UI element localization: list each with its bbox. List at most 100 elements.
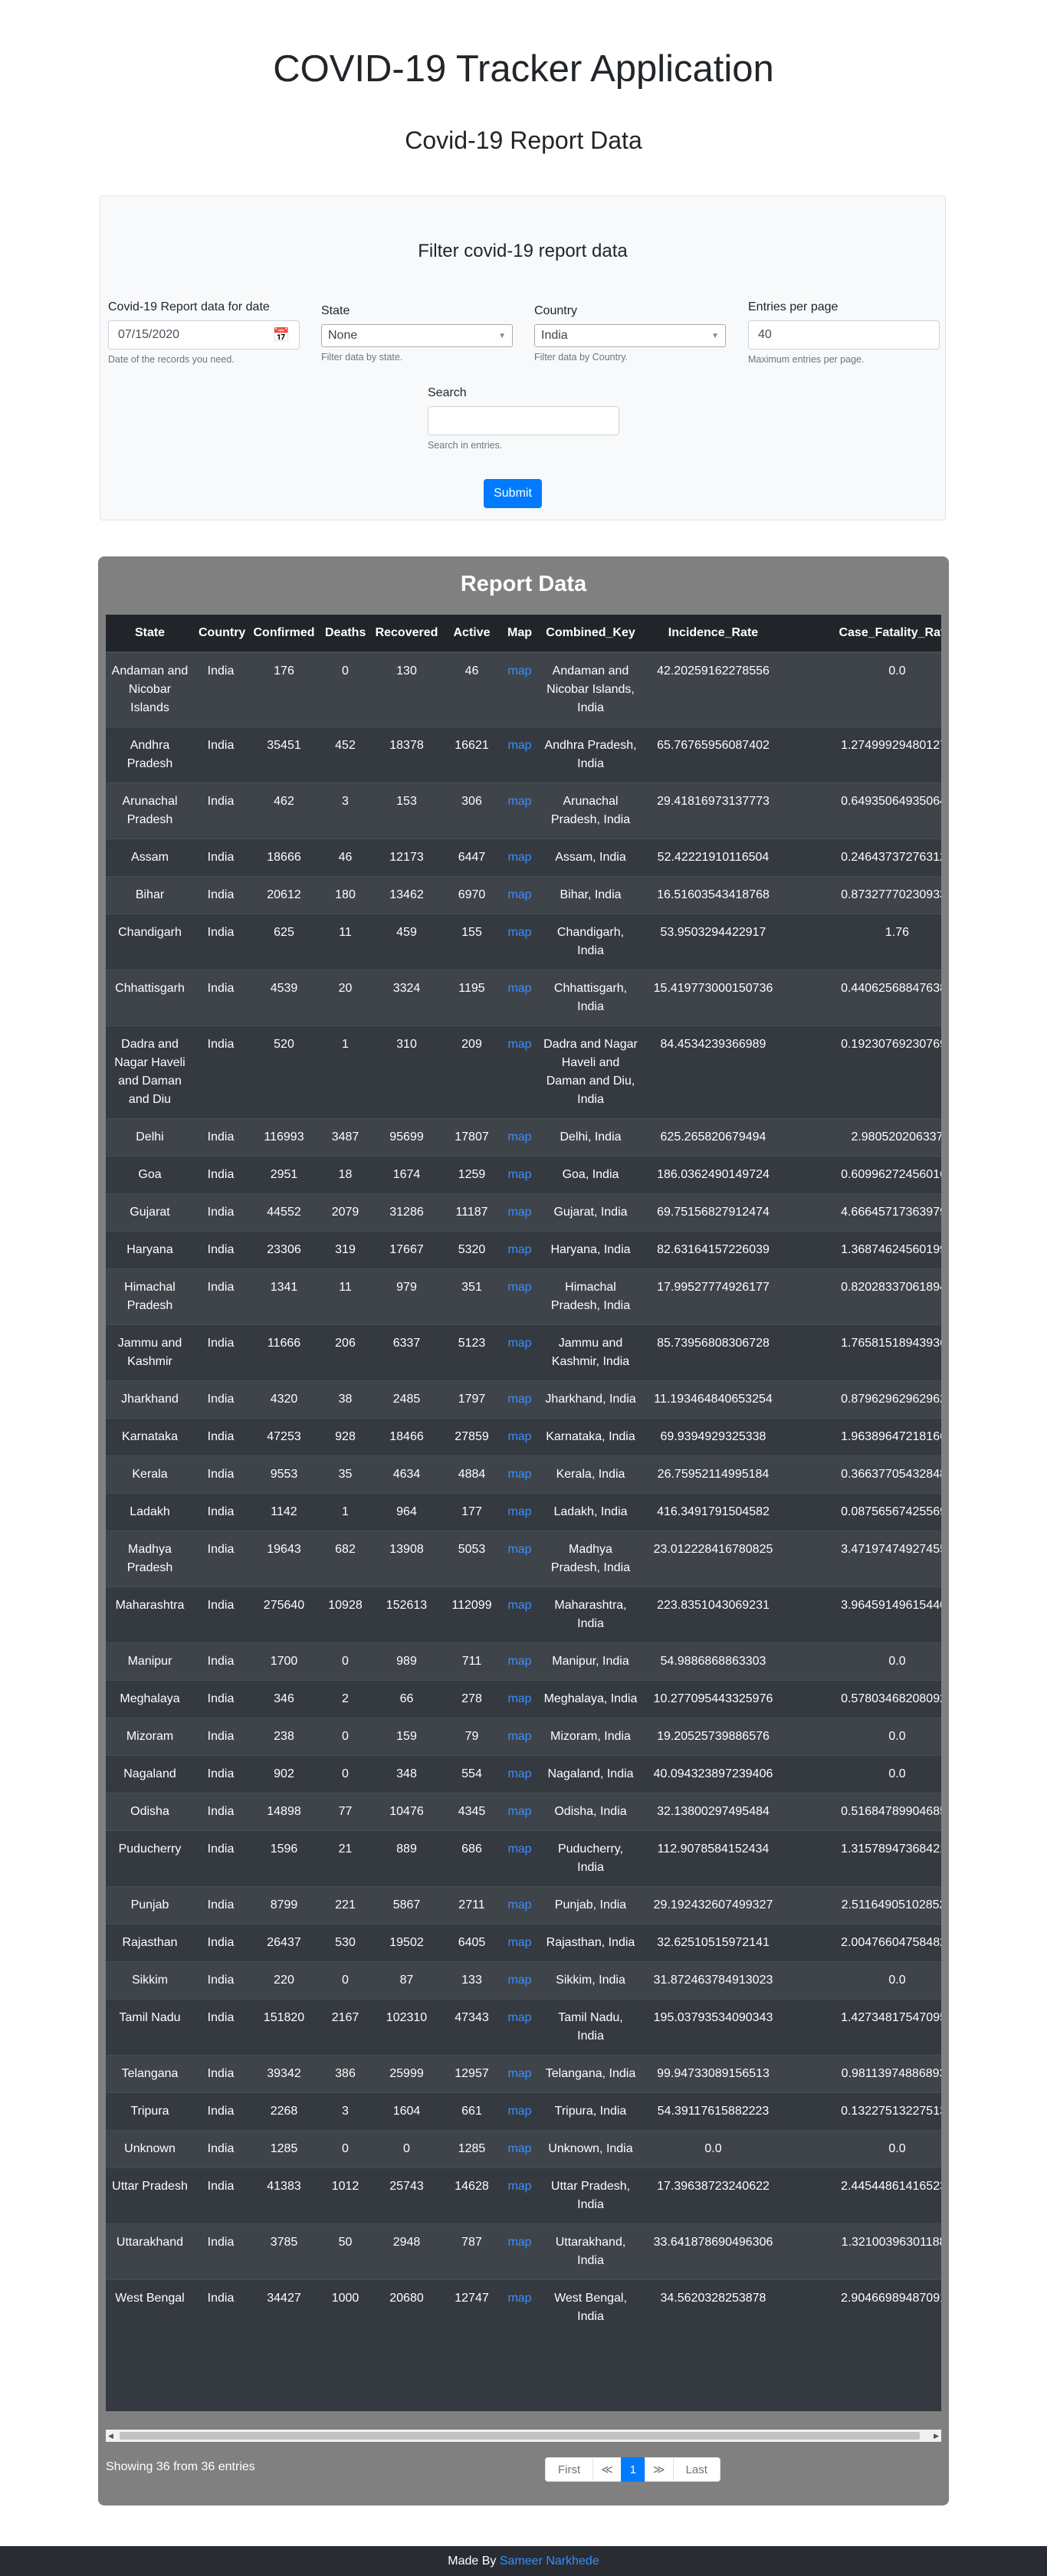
map-link[interactable]: map: [501, 2279, 539, 2335]
chevron-down-icon: ▼: [498, 331, 506, 340]
table-cell: Andaman and Nicobar Islands: [106, 651, 194, 727]
table-cell: 26.75952114995184: [642, 1455, 784, 1494]
map-link[interactable]: map: [501, 1193, 539, 1232]
table-cell: India: [194, 1886, 248, 1925]
table-cell: 0.981139748868933: [784, 2055, 941, 2093]
table-cell: 29.41816973137773: [642, 783, 784, 839]
table-cell: 1: [320, 1025, 370, 1119]
map-link[interactable]: map: [501, 2223, 539, 2280]
map-link[interactable]: map: [501, 1999, 539, 2056]
map-link[interactable]: map: [501, 1025, 539, 1119]
table-cell: 3.471974749274550: [784, 1531, 941, 1587]
map-link[interactable]: map: [501, 1886, 539, 1925]
map-link[interactable]: map: [501, 1587, 539, 1643]
table-cell: 46: [320, 838, 370, 877]
map-link[interactable]: map: [501, 838, 539, 877]
map-link[interactable]: map: [501, 2130, 539, 2168]
map-link[interactable]: map: [501, 651, 539, 727]
table-cell: 32.13800297495484: [642, 1793, 784, 1831]
state-select[interactable]: None ▼: [321, 324, 513, 347]
table-cell: Unknown: [106, 2130, 194, 2168]
table-cell: 1.321003963011889: [784, 2223, 941, 2280]
table-cell: India: [194, 1493, 248, 1531]
map-link[interactable]: map: [501, 1268, 539, 1325]
map-link[interactable]: map: [501, 2167, 539, 2224]
map-link[interactable]: map: [501, 1455, 539, 1494]
map-link[interactable]: map: [501, 1680, 539, 1718]
next-page-button[interactable]: ≫: [644, 2457, 674, 2482]
map-link[interactable]: map: [501, 1324, 539, 1381]
current-page-button[interactable]: 1: [620, 2457, 645, 2482]
map-link[interactable]: map: [501, 1718, 539, 1756]
table-cell: 0.873277702309334: [784, 876, 941, 914]
table-cell: 530: [320, 1924, 370, 1962]
prev-page-button[interactable]: ≪: [592, 2457, 622, 2482]
table-cell: India: [194, 1755, 248, 1793]
map-link[interactable]: map: [501, 727, 539, 783]
map-link[interactable]: map: [501, 1755, 539, 1793]
table-cell: 69.9394929325338: [642, 1418, 784, 1456]
table-cell: 416.3491791504582: [642, 1493, 784, 1531]
column-header: Case_Fatality_Ratio: [784, 615, 941, 653]
entries-label: Entries per page: [748, 300, 839, 313]
scroll-right-icon[interactable]: ▶: [934, 2431, 939, 2440]
table-cell: India: [194, 1999, 248, 2056]
table-cell: 41383: [248, 2167, 320, 2224]
entries-input[interactable]: 40: [748, 320, 940, 349]
table-cell: 889: [370, 1830, 443, 1887]
calendar-icon[interactable]: 📅: [273, 327, 290, 343]
report-table-container[interactable]: State Country Confirmed Deaths Recovered Acti…: [106, 615, 941, 2411]
map-link[interactable]: map: [501, 1961, 539, 2000]
table-cell: 31286: [370, 1193, 443, 1232]
table-cell: Chhattisgarh, India: [539, 970, 642, 1026]
table-cell: 278: [443, 1680, 501, 1718]
map-link[interactable]: map: [501, 914, 539, 970]
map-link[interactable]: map: [501, 1830, 539, 1887]
table-cell: 0: [320, 1755, 370, 1793]
table-cell: 39342: [248, 2055, 320, 2093]
map-link[interactable]: map: [501, 1118, 539, 1157]
map-link[interactable]: map: [501, 1156, 539, 1194]
map-link[interactable]: map: [501, 1924, 539, 1962]
table-cell: 1285: [443, 2130, 501, 2168]
map-link[interactable]: map: [501, 1793, 539, 1831]
map-link[interactable]: map: [501, 1493, 539, 1531]
table-cell: 1: [320, 1493, 370, 1531]
search-input[interactable]: [428, 406, 619, 435]
country-select[interactable]: India ▼: [534, 324, 726, 347]
map-link[interactable]: map: [501, 2092, 539, 2131]
table-cell: 27859: [443, 1418, 501, 1456]
scroll-left-icon[interactable]: ◀: [108, 2431, 113, 2440]
map-link[interactable]: map: [501, 2055, 539, 2093]
table-cell: 16621: [443, 727, 501, 783]
author-link[interactable]: Sameer Narkhede: [500, 2555, 599, 2568]
map-link[interactable]: map: [501, 1531, 539, 1587]
table-cell: 386: [320, 2055, 370, 2093]
last-page-button[interactable]: Last: [672, 2457, 720, 2482]
horizontal-scrollbar[interactable]: ◀ ▶: [106, 2430, 941, 2442]
table-cell: 238: [248, 1718, 320, 1756]
submit-button[interactable]: Submit: [484, 479, 542, 508]
scroll-thumb[interactable]: [120, 2432, 920, 2440]
map-link[interactable]: map: [501, 970, 539, 1026]
table-cell: Madhya Pradesh: [106, 1531, 194, 1587]
table-cell: 12957: [443, 2055, 501, 2093]
table-cell: India: [194, 1380, 248, 1419]
map-link[interactable]: map: [501, 1231, 539, 1269]
map-link[interactable]: map: [501, 1418, 539, 1456]
table-body: Andaman and Nicobar Islands India 176 0 130 4…: [106, 651, 941, 2335]
map-link[interactable]: map: [501, 876, 539, 914]
map-link[interactable]: map: [501, 783, 539, 839]
map-link[interactable]: map: [501, 1642, 539, 1681]
table-row: West Bengal India 34427 1000 20680 12747 map We…: [106, 2279, 941, 2335]
table-cell: 3: [320, 783, 370, 839]
table-row: Kerala India 9553 35 4634 4884 map Kerala, Indi…: [106, 1455, 941, 1494]
table-cell: India: [194, 1455, 248, 1494]
date-input[interactable]: 07/15/2020 📅: [108, 320, 300, 349]
first-page-button[interactable]: First: [545, 2457, 594, 2482]
map-link[interactable]: map: [501, 1380, 539, 1419]
table-cell: 0.820283370618941: [784, 1268, 941, 1325]
table-row: Odisha India 14898 77 10476 4345 map Odisha, In…: [106, 1793, 941, 1831]
table-cell: 1674: [370, 1156, 443, 1194]
table-cell: 25743: [370, 2167, 443, 2224]
